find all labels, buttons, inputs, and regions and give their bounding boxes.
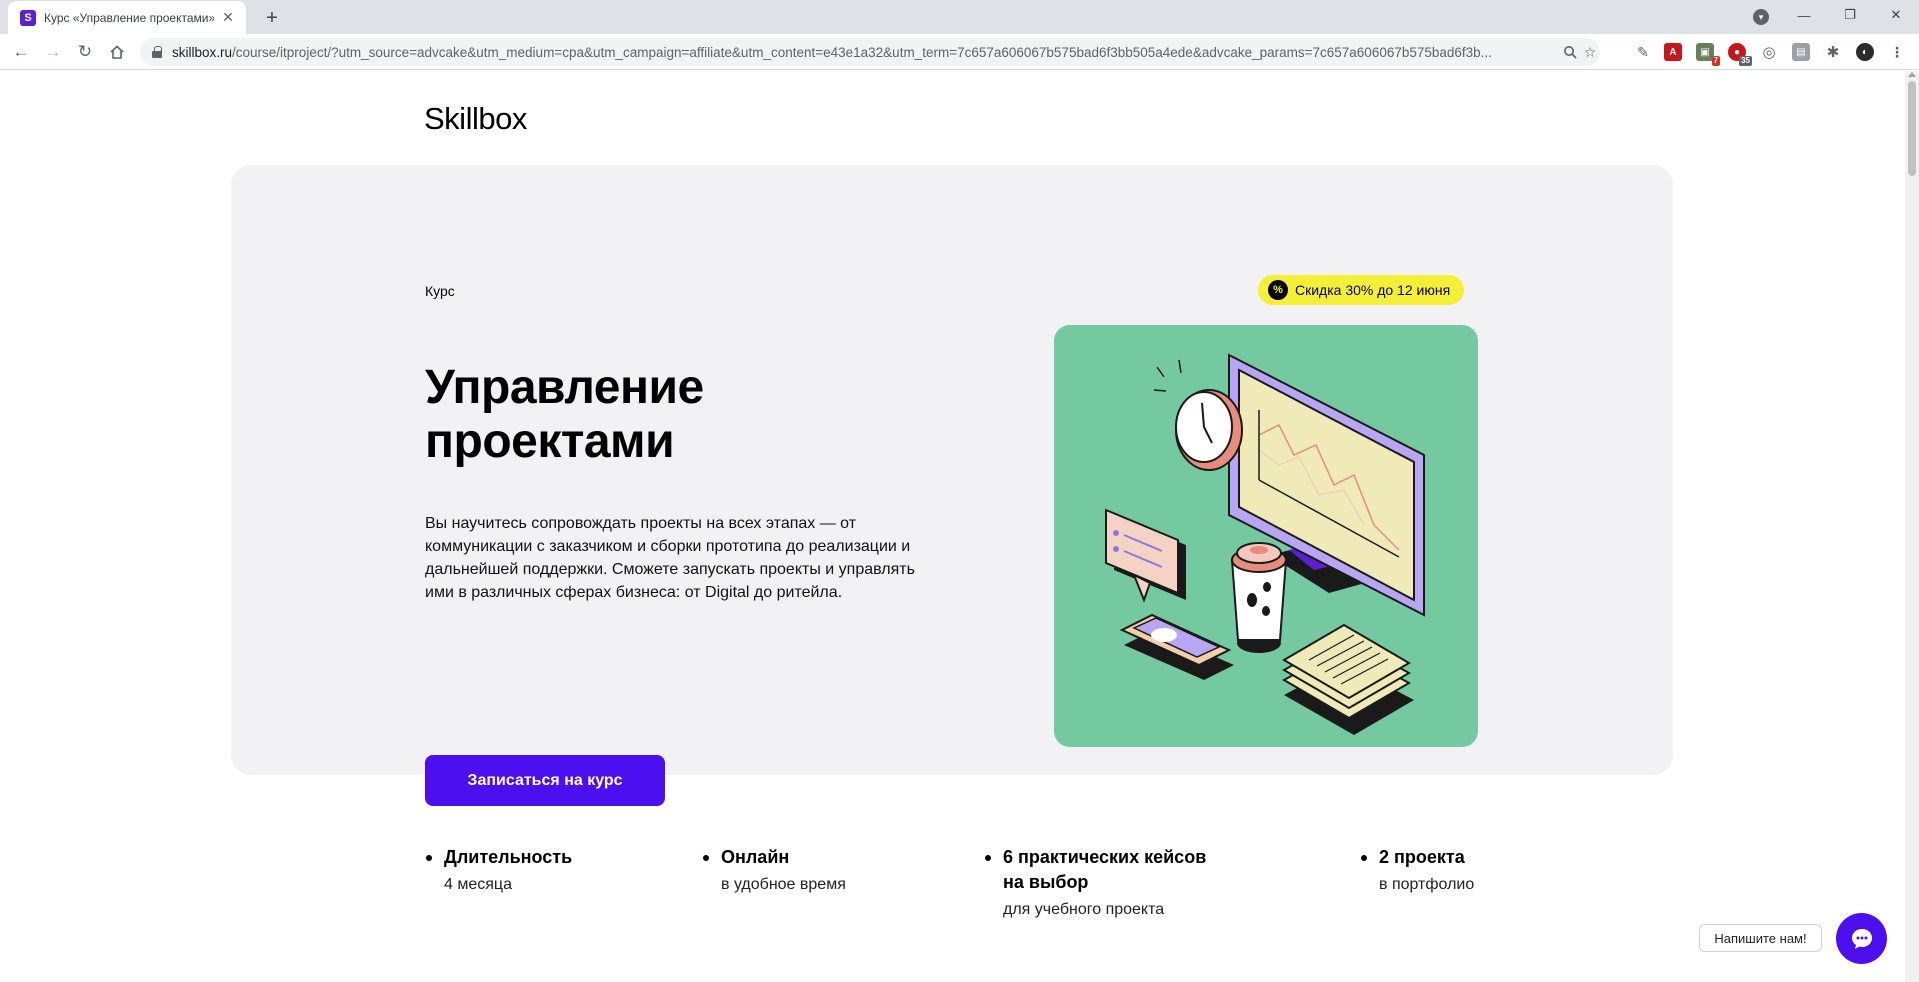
browser-toolbar: ← → ↻ skillbox.ru/course/itproject/?utm_…	[0, 34, 1919, 70]
tab-course[interactable]: S Курс «Управление проектами» ✕	[8, 1, 246, 34]
home-icon[interactable]	[103, 38, 131, 66]
percent-icon: %	[1268, 280, 1288, 300]
tab-search-icon[interactable]: ▾	[1753, 9, 1769, 25]
feature-title: 2 проекта	[1361, 845, 1599, 870]
feature-title: Длительность	[426, 845, 664, 870]
forward-arrow-icon[interactable]: →	[39, 38, 67, 66]
lock-icon	[152, 46, 162, 58]
feature-title: 6 практических кейсов на выбор	[985, 845, 1223, 895]
feature-subtitle: в удобное время	[721, 876, 846, 893]
puzzle-extensions-icon[interactable]: ✱	[1824, 43, 1842, 61]
feature-subtitle: 4 месяца	[444, 876, 512, 893]
close-window-button[interactable]: ✕	[1873, 0, 1919, 30]
chat-button[interactable]	[1836, 913, 1887, 964]
scroll-up-arrow-icon[interactable]	[1908, 72, 1916, 77]
url-text: skillbox.ru/course/itproject/?utm_source…	[172, 45, 1567, 60]
profile-avatar[interactable]: ◐	[1856, 43, 1874, 61]
screenshot-extension-icon[interactable]: ▤	[1792, 43, 1810, 61]
url-path: /course/itproject/?utm_source=advcake&ut…	[232, 44, 1492, 60]
workspace-illustration-icon	[1105, 353, 1425, 735]
eyedropper-extension-icon[interactable]: ✎	[1634, 43, 1652, 61]
tab-title: Курс «Управление проектами»	[44, 10, 214, 25]
bookmark-star-icon[interactable]: ☆	[1578, 42, 1602, 62]
chat-bubble-icon	[1851, 928, 1872, 949]
course-illustration	[1054, 325, 1478, 747]
menu-kebab-icon[interactable]: ⋮	[1888, 43, 1906, 61]
feature-title: Онлайн	[703, 845, 941, 870]
discount-text: Скидка 30% до 12 июня	[1295, 282, 1451, 298]
extension-badge: 35	[1739, 56, 1752, 66]
adblock-extension-icon[interactable]: ● 35	[1728, 43, 1752, 66]
tab-close-icon[interactable]: ✕	[220, 9, 236, 26]
hero-section: Курс % Скидка 30% до 12 июня Управление …	[231, 165, 1673, 806]
course-description: Вы научитесь сопровождать проекты на все…	[425, 515, 915, 601]
enroll-button[interactable]: Записаться на курс	[425, 755, 665, 806]
scroll-thumb[interactable]	[1908, 81, 1916, 176]
back-arrow-icon[interactable]: ←	[7, 38, 35, 66]
minimize-button[interactable]: —	[1781, 0, 1827, 30]
feature-subtitle: для учебного проекта	[1003, 901, 1165, 918]
tab-strip: S Курс «Управление проектами» ✕ + ▾ — ❐ …	[0, 0, 1919, 34]
pdf-extension-icon[interactable]: A	[1664, 43, 1682, 61]
new-tab-button[interactable]: +	[258, 4, 286, 32]
feature-subtitle: в портфолио	[1379, 876, 1475, 893]
feature-duration: Длительность 4 месяца	[426, 845, 664, 896]
feature-online: Онлайн в удобное время	[703, 845, 941, 896]
course-kicker: Курс	[425, 283, 455, 299]
address-bar[interactable]: skillbox.ru/course/itproject/?utm_source…	[140, 38, 1600, 66]
page-scrollbar[interactable]	[1905, 71, 1919, 982]
feature-cases: 6 практических кейсов на выбор для учебн…	[985, 845, 1223, 921]
vpn-extension-icon[interactable]: ◎	[1760, 43, 1778, 61]
url-host: skillbox.ru	[172, 44, 233, 60]
discount-badge[interactable]: % Скидка 30% до 12 июня	[1258, 275, 1465, 305]
skillbox-favicon-icon: S	[20, 9, 36, 26]
page-title: Управление проектами	[425, 361, 704, 468]
skillbox-logo[interactable]: Skillbox	[424, 101, 527, 137]
reload-icon[interactable]: ↻	[71, 38, 99, 66]
extension-badge: 7	[1711, 56, 1720, 66]
page-viewport: Skillbox Курс % Скидка 30% до 12 июня Уп…	[0, 71, 1905, 982]
restore-button[interactable]: ❐	[1827, 0, 1873, 30]
chat-label[interactable]: Напишите нам!	[1699, 924, 1822, 952]
extension-icon-green[interactable]: ▣ 7	[1696, 43, 1720, 66]
feature-projects: 2 проекта в портфолио	[1361, 845, 1599, 896]
